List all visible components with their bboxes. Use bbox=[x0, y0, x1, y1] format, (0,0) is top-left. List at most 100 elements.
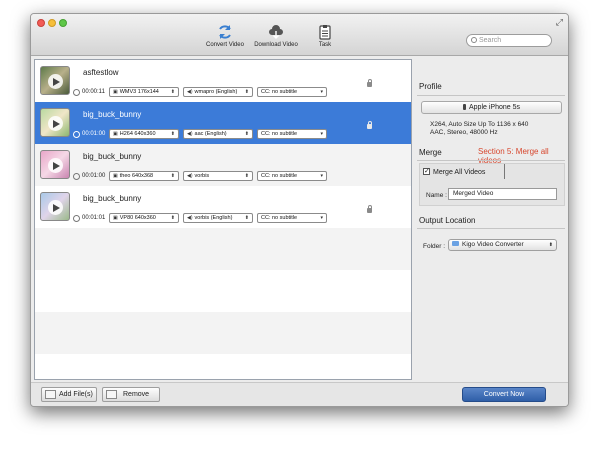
name-label: Name : bbox=[426, 192, 447, 199]
video-track-select[interactable]: ▣ H264 640x360 ⬍ bbox=[109, 129, 179, 139]
remove-button[interactable]: Remove bbox=[102, 387, 160, 402]
video-track-select[interactable]: ▣ theo 640x368 ⬍ bbox=[109, 171, 179, 181]
select-arrow-icon: ⬍ bbox=[244, 215, 249, 221]
audio-track-value: vorbis (English) bbox=[194, 215, 233, 221]
audio-track-select[interactable]: ◀) aac (English) ⬍ bbox=[183, 129, 253, 139]
fullscreen-icon[interactable]: ⤢ bbox=[556, 17, 563, 28]
add-files-button[interactable]: Add File(s) bbox=[41, 387, 97, 402]
close-window-button[interactable] bbox=[37, 19, 45, 27]
file-duration: 00:00:11 bbox=[82, 89, 105, 95]
video-track-select[interactable]: ▣ VP80 640x360 ⬍ bbox=[109, 213, 179, 223]
merge-all-checkbox[interactable]: ✓ bbox=[423, 168, 430, 175]
search-input[interactable]: Search bbox=[466, 34, 552, 47]
convert-video-button[interactable]: Convert Video bbox=[203, 24, 247, 48]
subtitle-select[interactable]: CC: no subtitle ▾ bbox=[257, 171, 327, 181]
audio-track-select[interactable]: ◀) wmapro (English) ⬍ bbox=[183, 87, 253, 97]
file-row[interactable]: asftestlow 00:00:11 ▣ WMV3 176x144 ⬍ ◀) wma… bbox=[35, 60, 411, 102]
task-button[interactable]: Task bbox=[311, 24, 339, 48]
profile-select-button[interactable]: Apple iPhone 5s bbox=[421, 101, 562, 114]
video-track-value: theo 640x368 bbox=[119, 173, 154, 179]
clock-icon bbox=[73, 89, 80, 96]
merge-heading: Merge bbox=[419, 148, 442, 157]
convert-now-button[interactable]: Convert Now bbox=[462, 387, 546, 402]
empty-row bbox=[35, 228, 411, 270]
task-label: Task bbox=[318, 42, 332, 48]
select-arrow-icon: ▾ bbox=[320, 173, 323, 179]
audio-track-value: wmapro (English) bbox=[194, 89, 238, 95]
film-icon: ▣ bbox=[113, 215, 118, 221]
refresh-icon bbox=[219, 25, 231, 39]
file-title: big_buck_bunny bbox=[83, 110, 142, 119]
play-icon[interactable] bbox=[48, 200, 63, 215]
zoom-window-button[interactable] bbox=[59, 19, 67, 27]
file-row[interactable]: big_buck_bunny 00:01:01 ▣ VP80 640x360 ⬍ ◀… bbox=[35, 186, 411, 228]
audio-track-select[interactable]: ◀) vorbis (English) ⬍ bbox=[183, 213, 253, 223]
select-arrow-icon: ⬍ bbox=[548, 242, 553, 248]
folder-select[interactable]: Kigo Video Converter ⬍ bbox=[448, 239, 557, 251]
select-arrow-icon: ▾ bbox=[320, 215, 323, 221]
film-icon: ▣ bbox=[113, 173, 118, 179]
select-arrow-icon: ⬍ bbox=[170, 173, 175, 179]
download-video-button[interactable]: Download Video bbox=[252, 24, 300, 48]
video-track-select[interactable]: ▣ WMV3 176x144 ⬍ bbox=[109, 87, 179, 97]
divider bbox=[417, 95, 565, 96]
video-thumbnail[interactable] bbox=[40, 66, 70, 95]
convert-video-label: Convert Video bbox=[206, 42, 244, 48]
subtitle-select[interactable]: CC: no subtitle ▾ bbox=[257, 129, 327, 139]
select-arrow-icon: ⬍ bbox=[170, 215, 175, 221]
lock-icon[interactable] bbox=[367, 205, 372, 213]
profile-description: X264, Auto Size Up To 1136 x 640 AAC, St… bbox=[430, 121, 528, 137]
file-row[interactable]: big_buck_bunny 00:01:00 ▣ H264 640x360 ⬍ ◀… bbox=[35, 102, 411, 144]
subtitle-value: CC: no subtitle bbox=[261, 89, 298, 95]
subtitle-select[interactable]: CC: no subtitle ▾ bbox=[257, 87, 327, 97]
lock-icon[interactable] bbox=[367, 121, 372, 129]
bottom-bar: Add File(s) Remove Convert Now bbox=[31, 382, 568, 406]
file-row[interactable]: big_buck_bunny 00:01:00 ▣ theo 640x368 ⬍ ◀… bbox=[35, 144, 411, 186]
merge-all-label[interactable]: Merge All Videos bbox=[433, 169, 485, 176]
play-icon[interactable] bbox=[48, 158, 63, 173]
add-file-icon bbox=[45, 390, 56, 399]
speaker-icon: ◀) bbox=[187, 89, 193, 95]
remove-icon bbox=[106, 390, 117, 399]
speaker-icon: ◀) bbox=[187, 173, 193, 179]
file-title: big_buck_bunny bbox=[83, 194, 142, 203]
toolbar: ⤢ Convert Video Download Video Task Sear… bbox=[31, 14, 568, 56]
clipboard-icon bbox=[319, 25, 331, 40]
speaker-icon: ◀) bbox=[187, 131, 193, 137]
output-heading: Output Location bbox=[419, 216, 476, 225]
select-arrow-icon: ▾ bbox=[320, 131, 323, 137]
lock-icon[interactable] bbox=[367, 79, 372, 87]
download-video-label: Download Video bbox=[254, 42, 298, 48]
empty-row bbox=[35, 312, 411, 354]
settings-panel: Profile Apple iPhone 5s X264, Auto Size … bbox=[417, 59, 568, 381]
subtitle-select[interactable]: CC: no subtitle ▾ bbox=[257, 213, 327, 223]
divider bbox=[417, 228, 565, 229]
speaker-icon: ◀) bbox=[187, 215, 193, 221]
play-icon[interactable] bbox=[48, 74, 63, 89]
remove-label: Remove bbox=[123, 391, 150, 398]
file-duration: 00:01:00 bbox=[82, 131, 106, 137]
video-track-value: VP80 640x360 bbox=[119, 215, 156, 221]
profile-desc-audio: AAC, Stereo, 48000 Hz bbox=[430, 129, 498, 136]
clock-icon bbox=[73, 131, 80, 138]
folder-value: Kigo Video Converter bbox=[462, 241, 524, 248]
phone-icon bbox=[463, 104, 466, 110]
video-thumbnail[interactable] bbox=[40, 108, 70, 137]
video-thumbnail[interactable] bbox=[40, 192, 70, 221]
file-title: asftestlow bbox=[83, 68, 119, 77]
play-icon[interactable] bbox=[48, 116, 63, 131]
audio-track-value: aac (English) bbox=[194, 131, 227, 137]
subtitle-value: CC: no subtitle bbox=[261, 215, 298, 221]
merged-name-input[interactable]: Merged Video bbox=[448, 188, 557, 200]
merge-options: ✓ Merge All Videos Name : Merged Video bbox=[419, 163, 565, 206]
divider bbox=[417, 160, 565, 161]
video-thumbnail[interactable] bbox=[40, 150, 70, 179]
file-list[interactable]: asftestlow 00:00:11 ▣ WMV3 176x144 ⬍ ◀) wma… bbox=[34, 59, 412, 380]
audio-track-select[interactable]: ◀) vorbis ⬍ bbox=[183, 171, 253, 181]
search-icon bbox=[471, 37, 477, 43]
select-arrow-icon: ⬍ bbox=[170, 89, 175, 95]
app-window: ⤢ Convert Video Download Video Task Sear… bbox=[30, 13, 569, 407]
minimize-window-button[interactable] bbox=[48, 19, 56, 27]
profile-device: Apple iPhone 5s bbox=[469, 104, 520, 111]
convert-now-label: Convert Now bbox=[483, 391, 525, 398]
